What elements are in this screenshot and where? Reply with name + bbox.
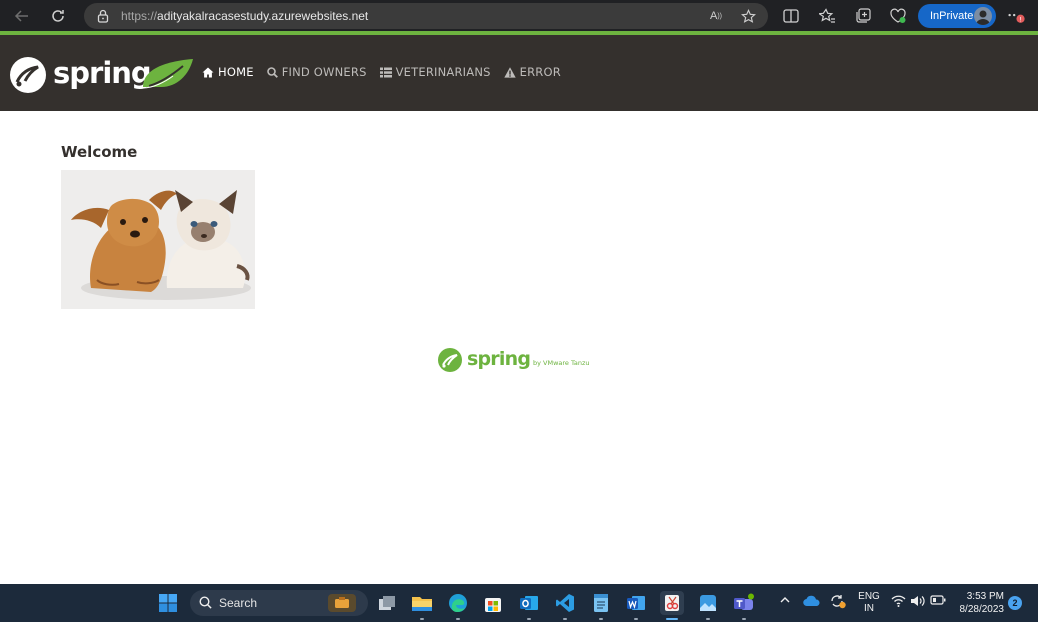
- address-bar[interactable]: https://adityakalracasestudy.azurewebsit…: [84, 3, 768, 29]
- file-explorer-icon[interactable]: [410, 591, 434, 620]
- vscode-icon[interactable]: [553, 591, 577, 620]
- battery-icon[interactable]: [930, 595, 946, 608]
- nav-home[interactable]: HOME: [202, 64, 254, 80]
- avatar: [974, 7, 992, 25]
- footer-logo: spring by VMware Tanzu: [437, 346, 607, 374]
- microsoft-store-icon[interactable]: [481, 591, 505, 615]
- taskbar: Search ENG IN 3:53 PM 8/28/2023 2: [0, 584, 1038, 622]
- read-aloud-icon[interactable]: A)): [707, 7, 725, 25]
- spring-logo[interactable]: spring: [9, 55, 195, 95]
- browser-toolbar: https://adityakalracasestudy.azurewebsit…: [0, 0, 1038, 32]
- tray-overflow-icon[interactable]: [779, 595, 791, 608]
- url-text[interactable]: https://adityakalracasestudy.azurewebsit…: [121, 8, 368, 24]
- url-host: adityakalracasestudy.azurewebsites.net: [157, 9, 369, 23]
- svg-text:!: !: [1019, 16, 1022, 23]
- app-navbar: spring HOME FIND OWNERS VETERINARIANS ER…: [0, 35, 1038, 111]
- teams-icon[interactable]: [732, 591, 756, 620]
- language-indicator[interactable]: ENG IN: [858, 591, 880, 615]
- back-icon[interactable]: [12, 6, 32, 26]
- search-highlight-icon: [328, 594, 356, 612]
- inprivate-button[interactable]: InPrivate: [918, 4, 996, 28]
- nav-veterinarians-label: VETERINARIANS: [395, 65, 491, 79]
- split-screen-icon[interactable]: [781, 6, 801, 26]
- nav-error-label: ERROR: [519, 65, 561, 79]
- nav-find-owners[interactable]: FIND OWNERS: [266, 64, 367, 80]
- search-label: Search: [219, 596, 258, 610]
- onedrive-icon[interactable]: [803, 595, 821, 610]
- notepad-icon[interactable]: [589, 591, 613, 620]
- browser-essentials-icon[interactable]: [888, 6, 908, 26]
- clock-date: 8/28/2023: [959, 604, 1005, 615]
- nav-error[interactable]: ERROR: [503, 64, 561, 80]
- photos-icon[interactable]: [696, 591, 720, 620]
- list-icon: [379, 67, 392, 78]
- region-code: IN: [864, 603, 874, 614]
- footer-tagline: by VMware Tanzu: [533, 359, 590, 367]
- page-title: Welcome: [61, 143, 138, 161]
- warning-icon: [503, 66, 516, 78]
- search-icon: [266, 66, 278, 78]
- clock[interactable]: 3:53 PM 8/28/2023: [954, 590, 1005, 616]
- volume-icon[interactable]: [910, 595, 925, 610]
- nav-find-owners-label: FIND OWNERS: [281, 65, 367, 79]
- brand-text: spring: [53, 56, 151, 90]
- wifi-icon[interactable]: [891, 595, 906, 610]
- url-protocol: https://: [121, 9, 158, 23]
- clock-time: 3:53 PM: [966, 591, 1004, 602]
- main-menu: HOME FIND OWNERS VETERINARIANS ERROR: [202, 64, 561, 80]
- home-icon: [202, 67, 214, 78]
- pets-image: [61, 170, 255, 309]
- nav-veterinarians[interactable]: VETERINARIANS: [379, 64, 491, 80]
- nav-home-label: HOME: [218, 65, 254, 79]
- favorites-icon[interactable]: [817, 6, 837, 26]
- start-icon[interactable]: [156, 591, 180, 615]
- snipping-tool-icon[interactable]: [660, 591, 684, 620]
- search-icon: [199, 596, 212, 614]
- outlook-icon[interactable]: [517, 591, 541, 620]
- notification-badge[interactable]: 2: [1008, 596, 1022, 610]
- lock-icon[interactable]: [94, 7, 112, 25]
- task-view-icon[interactable]: [375, 591, 399, 615]
- footer-brand: spring: [467, 348, 530, 370]
- language-code: ENG: [858, 591, 880, 602]
- favorite-star-icon[interactable]: [739, 7, 757, 25]
- read-aloud-label: A: [709, 10, 718, 22]
- sync-icon[interactable]: [829, 593, 847, 612]
- inprivate-label: InPrivate: [930, 10, 974, 22]
- collections-icon[interactable]: [853, 6, 873, 26]
- taskbar-search[interactable]: Search: [190, 590, 368, 616]
- refresh-icon[interactable]: [48, 6, 68, 26]
- more-icon[interactable]: !: [1006, 6, 1026, 26]
- word-icon[interactable]: [624, 591, 648, 620]
- edge-icon[interactable]: [446, 591, 470, 620]
